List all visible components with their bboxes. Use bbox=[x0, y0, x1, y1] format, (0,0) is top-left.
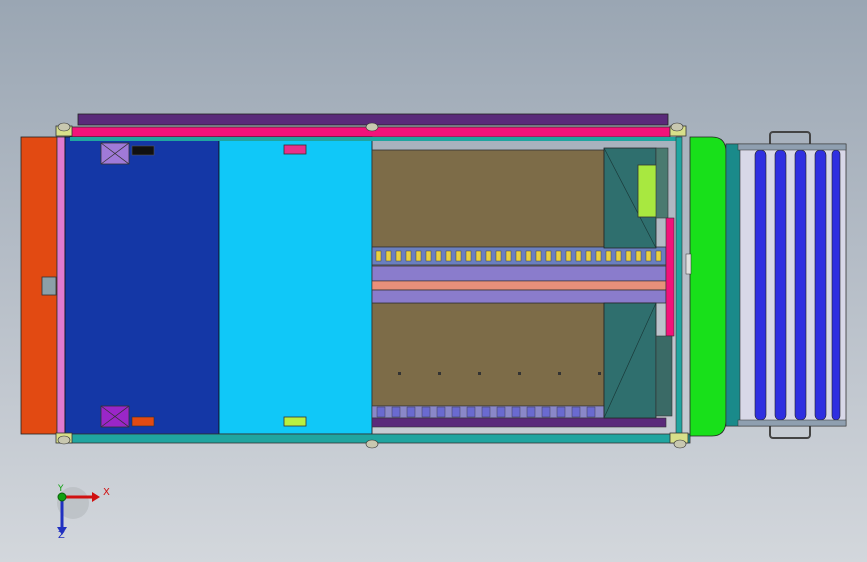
conveyor-side-left bbox=[725, 143, 741, 427]
axis-triad bbox=[57, 487, 100, 535]
floor-panel-lower[interactable] bbox=[371, 302, 605, 407]
y-axis-dot bbox=[57, 492, 67, 502]
drive-bracket bbox=[655, 147, 669, 219]
floor-panel-upper[interactable] bbox=[371, 149, 605, 248]
frame-bottom-teal[interactable] bbox=[69, 433, 691, 444]
orange-handle-bottom bbox=[131, 416, 155, 427]
conveyor-bottom-bar bbox=[737, 419, 847, 427]
frame-top-teal bbox=[70, 137, 680, 141]
end-panel-latch bbox=[41, 276, 57, 296]
bottom-purple-rail bbox=[371, 417, 667, 428]
frame-right-teal bbox=[675, 136, 683, 438]
center-beam-salmon bbox=[371, 280, 667, 291]
black-handle-top bbox=[131, 145, 155, 156]
z-axis-label: Z bbox=[58, 530, 65, 541]
conveyor-top-bar bbox=[737, 143, 847, 151]
caster-bottom-right bbox=[673, 439, 687, 449]
center-beam-lower[interactable] bbox=[371, 289, 667, 304]
pink-handle-top bbox=[283, 144, 307, 155]
left-pink-post bbox=[56, 136, 66, 435]
y-axis-label: Y bbox=[58, 484, 64, 494]
chain-links bbox=[375, 250, 662, 262]
cad-viewport[interactable] bbox=[0, 0, 867, 562]
lime-handle-bottom bbox=[283, 416, 307, 427]
center-beam-upper[interactable] bbox=[371, 265, 667, 282]
bottom-rollers bbox=[376, 406, 596, 418]
caster-top-right bbox=[670, 122, 684, 132]
caster-bottom-mid bbox=[365, 439, 379, 449]
green-guard[interactable] bbox=[689, 136, 727, 437]
caster-top-mid bbox=[365, 122, 379, 132]
x-axis-arrowhead bbox=[92, 492, 100, 502]
cyan-cover-panel[interactable] bbox=[218, 136, 373, 435]
right-pink-post bbox=[665, 217, 675, 337]
caster-top-left bbox=[57, 122, 71, 132]
blue-cover-panel[interactable] bbox=[64, 136, 220, 435]
drive-bracket-lower bbox=[655, 335, 673, 417]
caster-bottom-left bbox=[57, 435, 71, 445]
x-axis-label: X bbox=[103, 487, 110, 498]
guard-connector bbox=[685, 253, 692, 275]
